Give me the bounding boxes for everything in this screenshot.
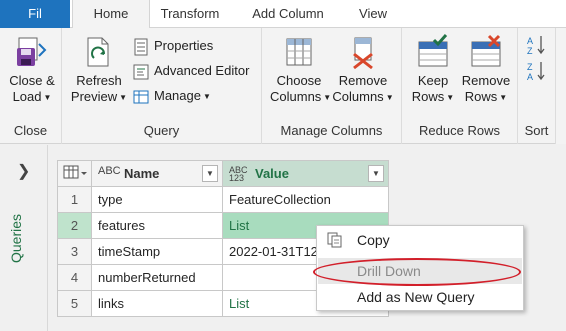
sort-ascending-icon: A Z	[527, 36, 545, 56]
remove-rows-label-1: Remove	[461, 73, 511, 88]
close-load-icon	[17, 37, 47, 66]
table-menu-button[interactable]	[57, 160, 92, 187]
remove-rows-label-2: Rows ▼	[464, 89, 508, 104]
remove-columns-label-2: Columns ▼	[332, 89, 394, 104]
keep-rows-button[interactable]: Keep Rows ▼	[408, 34, 458, 106]
ribbon-tab-strip: Fil Home Transform Add Column View	[0, 0, 566, 29]
menu-item-add-as-new-query[interactable]: Add as New Query	[318, 284, 522, 310]
copy-icon	[327, 232, 342, 248]
cell-value[interactable]: FeatureCollection	[222, 186, 389, 213]
column-header-value[interactable]: ABC 123 Value ▼	[222, 160, 389, 187]
svg-text:Z: Z	[527, 62, 533, 72]
menu-item-copy[interactable]: Copy	[318, 227, 522, 253]
tab-add-column[interactable]: Add Column	[236, 0, 340, 28]
refresh-label-1: Refresh	[76, 73, 122, 88]
remove-columns-label-1: Remove	[338, 73, 388, 88]
row-number: 3	[57, 238, 92, 265]
refresh-icon	[87, 37, 109, 67]
tab-home[interactable]: Home	[72, 0, 150, 29]
menu-item-drill-down-label: Drill Down	[357, 263, 421, 279]
group-close: Close & Load ▼ Close	[0, 28, 62, 144]
row-number: 4	[57, 264, 92, 291]
keep-rows-label-2: Rows ▼	[411, 89, 455, 104]
cell-name[interactable]: features	[91, 212, 223, 239]
type-text-icon: ABC	[98, 164, 121, 177]
cell-name[interactable]: numberReturned	[91, 264, 223, 291]
close-load-button[interactable]: Close & Load ▼	[5, 34, 59, 106]
header-row: ABC Name ▼ ABC 123 Value ▼	[57, 160, 389, 187]
tab-file[interactable]: Fil	[0, 0, 70, 28]
keep-rows-label-1: Keep	[417, 73, 449, 88]
advanced-editor-icon	[133, 64, 149, 80]
group-reduce-rows: Keep Rows ▼ Remove Rows ▼ Reduce Rows	[402, 28, 518, 144]
table-row: 1 type FeatureCollection	[57, 186, 389, 213]
close-load-label-1: Close &	[9, 73, 55, 88]
ribbon: Close & Load ▼ Close Refresh Preview ▼ Pro…	[0, 28, 566, 144]
row-number: 2	[57, 212, 92, 239]
name-filter-dropdown-icon[interactable]: ▼	[202, 164, 218, 182]
sort-descending-icon: Z A	[527, 62, 545, 82]
type-any-icon: ABC 123	[229, 164, 248, 183]
close-load-label-2: Load ▼	[12, 89, 52, 104]
refresh-preview-button[interactable]: Refresh Preview ▼	[70, 34, 128, 106]
menu-item-copy-label: Copy	[357, 232, 390, 248]
manage-icon	[133, 90, 149, 104]
svg-text:A: A	[527, 72, 533, 82]
remove-rows-icon	[471, 34, 501, 67]
refresh-label-2: Preview ▼	[70, 89, 128, 104]
choose-columns-label-1: Choose	[276, 73, 322, 88]
svg-text:Z: Z	[527, 46, 533, 56]
choose-columns-label-2: Columns ▼	[270, 89, 332, 104]
cell-name[interactable]: type	[91, 186, 223, 213]
column-header-name[interactable]: ABC Name ▼	[91, 160, 223, 187]
keep-rows-icon	[418, 34, 448, 67]
column-header-name-label: Name	[124, 165, 160, 181]
properties-button[interactable]: Properties	[132, 35, 213, 57]
group-sort-label: Sort	[524, 123, 549, 138]
group-sort: A Z Z A Sort	[518, 28, 556, 144]
remove-columns-icon	[353, 37, 373, 70]
properties-icon	[134, 38, 148, 56]
sort-descending-button[interactable]: Z A	[524, 60, 550, 85]
row-number: 1	[57, 186, 92, 213]
advanced-editor-button[interactable]: Advanced Editor	[132, 60, 249, 82]
table-icon	[63, 165, 87, 179]
sort-ascending-button[interactable]: A Z	[524, 34, 550, 59]
column-header-value-label: Value	[255, 165, 289, 181]
group-query-label: Query	[143, 123, 180, 138]
cell-name[interactable]: links	[91, 290, 223, 317]
manage-button[interactable]: Manage ▼	[132, 85, 211, 107]
group-reduce-rows-label: Reduce Rows	[419, 123, 500, 138]
tab-view[interactable]: View	[348, 0, 398, 28]
menu-item-drill-down[interactable]: Drill Down	[318, 258, 522, 284]
svg-text:A: A	[527, 36, 533, 46]
queries-pane: ❯ Queries	[0, 145, 48, 331]
group-query: Refresh Preview ▼ Properties Advanced Edi…	[62, 28, 262, 144]
expand-chevron-icon[interactable]: ❯	[17, 161, 30, 181]
value-filter-dropdown-icon[interactable]: ▼	[368, 164, 384, 182]
context-menu: Copy Drill Down Add as New Query	[316, 225, 524, 311]
menu-item-add-as-new-query-label: Add as New Query	[357, 289, 475, 305]
choose-columns-button[interactable]: Choose Columns ▼	[270, 34, 332, 106]
group-close-label: Close	[13, 123, 48, 138]
remove-columns-button[interactable]: Remove Columns ▼	[332, 34, 394, 106]
cell-name[interactable]: timeStamp	[91, 238, 223, 265]
queries-pane-label: Queries	[8, 213, 24, 263]
remove-rows-button[interactable]: Remove Rows ▼	[458, 34, 514, 106]
choose-columns-icon	[286, 38, 312, 66]
group-manage-columns-label: Manage Columns	[280, 123, 383, 138]
tab-transform[interactable]: Transform	[150, 0, 230, 28]
ribbon-overflow	[556, 28, 566, 144]
row-number: 5	[57, 290, 92, 317]
group-manage-columns: Choose Columns ▼ Remove Columns ▼ Manage C…	[262, 28, 402, 144]
